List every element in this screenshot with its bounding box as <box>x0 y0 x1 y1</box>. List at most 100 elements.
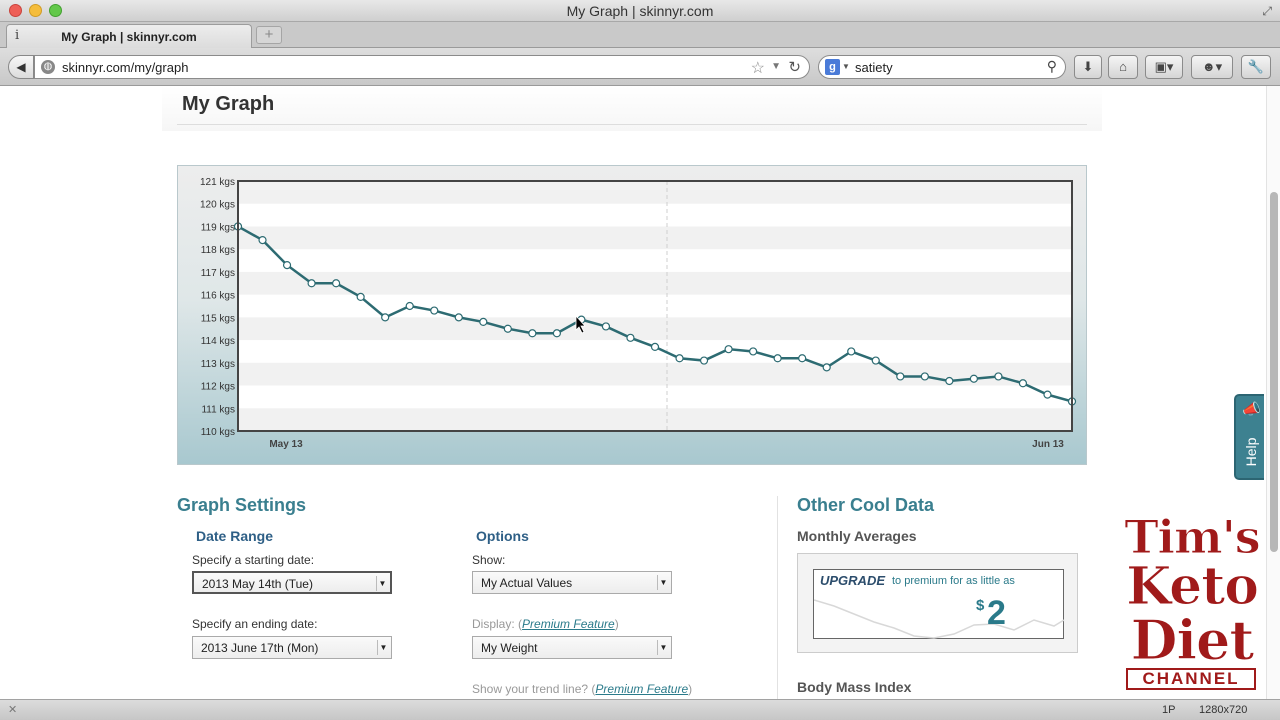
channel-logo: Tim's Keto Diet CHANNEL <box>1122 510 1262 696</box>
new-tab-button[interactable]: + <box>256 26 282 44</box>
monthly-averages-heading: Monthly Averages <box>797 528 917 544</box>
data-point <box>307 279 316 288</box>
data-point <box>896 372 905 381</box>
upgrade-banner[interactable]: UPGRADE to premium for as little as $ 2 <box>797 553 1078 653</box>
show-select[interactable]: My Actual Values ▼ <box>472 571 672 594</box>
x-tick-label: Jun 13 <box>1032 439 1064 450</box>
end-date-value: 2013 June 17th (Mon) <box>201 641 319 655</box>
addon-button[interactable]: ☻▾ <box>1191 55 1233 79</box>
upgrade-price: 2 <box>987 594 1006 632</box>
plot-area <box>238 181 1072 431</box>
scroll-thumb[interactable] <box>1270 192 1278 552</box>
close-status-icon[interactable]: ✕ <box>8 703 17 716</box>
end-date-select[interactable]: 2013 June 17th (Mon) ▼ <box>192 636 392 659</box>
search-icon[interactable]: ⚲ <box>1047 58 1057 75</box>
chevron-down-icon: ▼ <box>657 640 669 655</box>
address-bar[interactable]: ◍ skinnyr.com/my/graph ☆ ▼ ↻ <box>34 55 810 79</box>
upgrade-word: UPGRADE <box>820 573 886 588</box>
reload-icon[interactable]: ↻ <box>788 58 801 76</box>
data-point <box>1018 379 1028 388</box>
y-tick-label: 112 kgs <box>201 382 235 393</box>
globe-icon: ◍ <box>41 60 55 74</box>
data-point <box>699 356 709 365</box>
trend-premium-link[interactable]: Premium Feature <box>595 682 688 696</box>
google-icon[interactable]: g <box>825 59 840 75</box>
tools-button[interactable]: 🔧 <box>1241 55 1271 79</box>
data-point <box>945 376 954 386</box>
status-bar: ✕ 1P 1280x720 <box>0 699 1280 720</box>
grid-band <box>238 408 1072 431</box>
data-point <box>994 372 1003 381</box>
home-button[interactable]: ⌂ <box>1108 55 1138 79</box>
history-dropdown-icon[interactable]: ▼ <box>771 61 781 72</box>
tab-label: My Graph | skinnyr.com <box>61 30 197 44</box>
bookmarks-button[interactable]: ▣▾ <box>1145 55 1183 79</box>
resolution-readout: 1280x720 <box>1199 704 1248 716</box>
data-point <box>1043 390 1052 399</box>
data-point <box>969 374 978 383</box>
data-point <box>626 333 635 342</box>
page-indicator: 1P <box>1162 704 1176 716</box>
y-tick-label: 116 kgs <box>201 291 235 302</box>
search-input[interactable]: satiety <box>855 60 893 75</box>
grid-band <box>238 317 1072 341</box>
data-point <box>405 301 414 311</box>
weight-chart-svg: 121 kgs 120 kgs 119 kgs 118 kgs 117 kgs 116 k… <box>200 177 1077 450</box>
logo-line-3: Diet <box>1130 608 1255 673</box>
grid-band <box>238 271 1072 295</box>
data-point <box>503 324 512 333</box>
data-point <box>454 313 463 322</box>
y-tick-label: 111 kgs <box>201 404 235 415</box>
y-tick-label: 115 kgs <box>201 313 235 324</box>
data-point <box>675 354 684 363</box>
grid-band <box>238 226 1072 250</box>
page-scrollbar[interactable] <box>1266 86 1280 699</box>
data-point <box>381 313 390 322</box>
graph-settings-heading: Graph Settings <box>177 495 307 515</box>
download-button[interactable]: ⬇ <box>1074 55 1102 79</box>
data-point <box>871 356 880 365</box>
display-premium-link[interactable]: Premium Feature <box>522 617 615 631</box>
fullscreen-icon[interactable]: ⤢ <box>1262 4 1272 19</box>
data-point <box>822 363 831 372</box>
monkey-icon: ☻▾ <box>1201 59 1223 74</box>
data-point <box>749 347 758 356</box>
url-text[interactable]: skinnyr.com/my/graph <box>62 60 188 75</box>
tab-bar: i My Graph | skinnyr.com + <box>0 22 1280 48</box>
start-date-select[interactable]: 2013 May 14th (Tue) ▼ <box>192 571 392 594</box>
help-tab[interactable]: 📣 Help <box>1234 394 1264 480</box>
other-data-heading: Other Cool Data <box>797 495 935 515</box>
page-content: My Graph 121 kgs 120 kgs 119 kgs 118 kgs 117… <box>0 86 1280 699</box>
start-date-label: Specify a starting date: <box>192 553 315 567</box>
tab-my-graph[interactable]: i My Graph | skinnyr.com <box>6 24 252 48</box>
help-label: Help <box>1243 437 1259 467</box>
chevron-down-icon: ▼ <box>377 640 389 655</box>
search-bar[interactable]: g ▼ satiety ⚲ <box>818 55 1066 79</box>
data-point <box>356 292 365 302</box>
bookmarks-icon: ▣▾ <box>1154 59 1174 74</box>
end-date-label: Specify an ending date: <box>192 617 318 631</box>
data-point <box>430 306 439 315</box>
show-label: Show: <box>472 553 506 567</box>
weight-graph: 121 kgs 120 kgs 119 kgs 118 kgs 117 kgs 116 k… <box>177 165 1087 465</box>
search-engine-dropdown-icon[interactable]: ▼ <box>842 62 850 71</box>
y-tick-label: 121 kgs <box>200 177 235 188</box>
x-tick-label: May 13 <box>269 439 303 450</box>
page-title: My Graph <box>182 93 275 115</box>
y-tick-label: 110 kgs <box>201 427 235 438</box>
y-tick-label: 118 kgs <box>201 245 235 256</box>
y-tick-label: 119 kgs <box>201 222 235 233</box>
bookmark-star-icon[interactable]: ☆ <box>751 58 765 78</box>
y-tick-label: 113 kgs <box>201 359 235 370</box>
back-button[interactable]: ◀ <box>8 55 34 79</box>
upgrade-dollar: $ <box>976 597 985 614</box>
display-row: Display: (Premium Feature) <box>472 617 619 631</box>
chevron-down-icon: ▼ <box>376 576 388 591</box>
window-titlebar: My Graph | skinnyr.com ⤢ <box>0 0 1280 22</box>
options-heading: Options <box>476 528 529 544</box>
megaphone-icon: 📣 <box>1242 401 1261 418</box>
y-tick-label: 120 kgs <box>200 200 235 211</box>
display-select[interactable]: My Weight ▼ <box>472 636 672 659</box>
data-point <box>332 279 341 288</box>
show-value: My Actual Values <box>481 576 573 590</box>
